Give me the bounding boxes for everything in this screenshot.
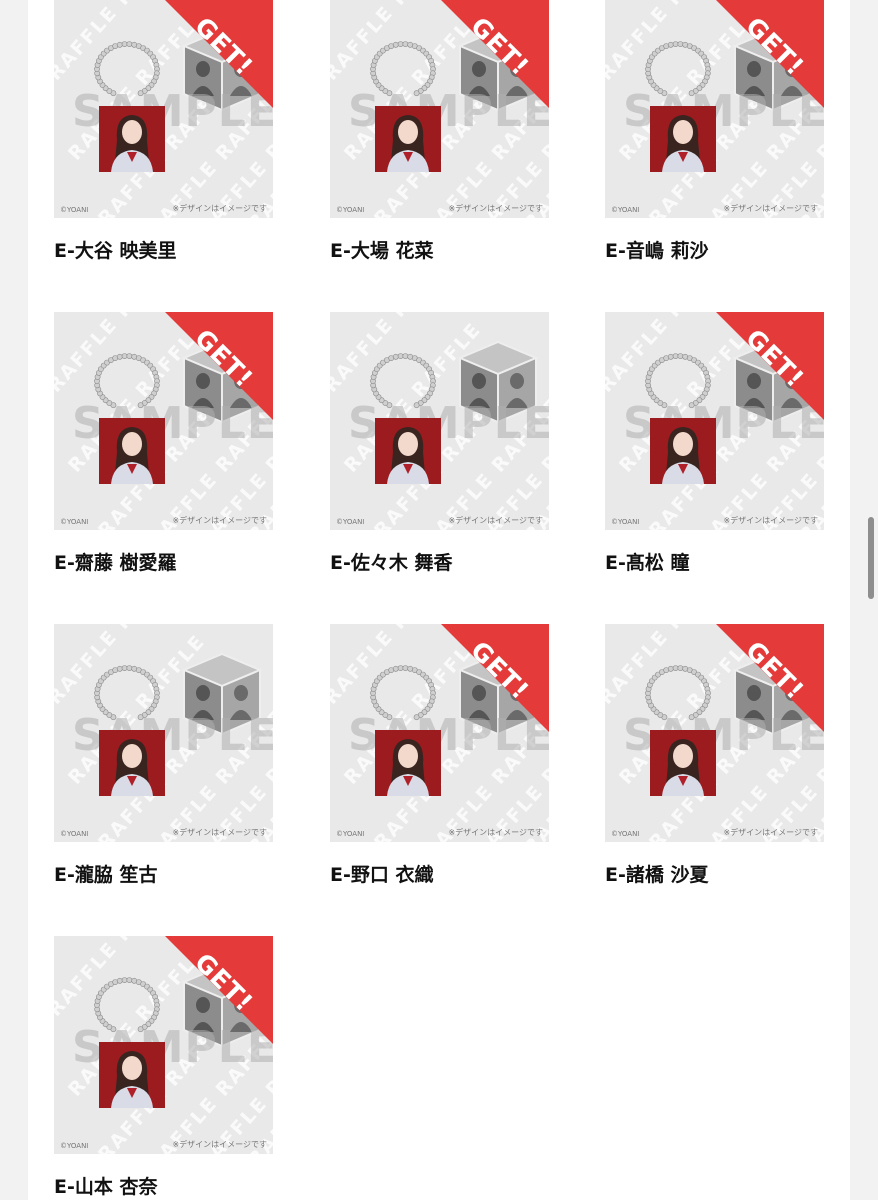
member-photo [99,730,165,796]
product-panel: RAFFLE RAFFLE RAFFLE RAFFLE RAFFLE RAFFLE R… [28,0,850,1200]
product-grid: RAFFLE RAFFLE RAFFLE RAFFLE RAFFLE RAFFLE R… [28,0,850,1200]
product-card[interactable]: RAFFLE RAFFLE RAFFLE RAFFLE RAFFLE RAFFLE R… [330,312,549,575]
member-photo [650,730,716,796]
copyright-text: ©YOANI [60,518,89,526]
design-note: ※デザインはイメージです [448,516,543,525]
design-note: ※デザインはイメージです [723,204,818,213]
member-photo [650,106,716,172]
member-photo [99,418,165,484]
copyright-text: ©YOANI [336,518,365,526]
member-photo [650,418,716,484]
product-name[interactable]: E-野口 衣織 [330,860,549,887]
get-badge: GET! [165,312,273,420]
product-thumbnail[interactable]: RAFFLE RAFFLE RAFFLE RAFFLE RAFFLE RAFFLE R… [330,624,549,842]
product-thumbnail[interactable]: RAFFLE RAFFLE RAFFLE RAFFLE RAFFLE RAFFLE R… [330,312,549,530]
get-badge: GET! [441,0,549,108]
product-card[interactable]: RAFFLE RAFFLE RAFFLE RAFFLE RAFFLE RAFFLE R… [54,624,273,887]
copyright-text: ©YOANI [60,830,89,838]
product-name[interactable]: E-佐々木 舞香 [330,548,549,575]
copyright-text: ©YOANI [60,1142,89,1150]
get-badge: GET! [716,624,824,732]
design-note: ※デザインはイメージです [172,1140,267,1149]
copyright-text: ©YOANI [60,206,89,214]
product-thumbnail[interactable]: RAFFLE RAFFLE RAFFLE RAFFLE RAFFLE RAFFLE R… [54,624,273,842]
member-photo [99,1042,165,1108]
product-name[interactable]: E-音嶋 莉沙 [605,236,824,263]
product-thumbnail[interactable]: RAFFLE RAFFLE RAFFLE RAFFLE RAFFLE RAFFLE R… [605,312,824,530]
member-photo [99,106,165,172]
design-note: ※デザインはイメージです [723,828,818,837]
product-card[interactable]: RAFFLE RAFFLE RAFFLE RAFFLE RAFFLE RAFFLE R… [330,624,549,887]
product-card[interactable]: RAFFLE RAFFLE RAFFLE RAFFLE RAFFLE RAFFLE R… [605,624,824,887]
get-badge: GET! [716,0,824,108]
product-card[interactable]: RAFFLE RAFFLE RAFFLE RAFFLE RAFFLE RAFFLE R… [605,312,824,575]
copyright-text: ©YOANI [336,830,365,838]
design-note: ※デザインはイメージです [172,516,267,525]
member-photo [375,106,441,172]
product-name[interactable]: E-山本 杏奈 [54,1172,273,1199]
product-name[interactable]: E-諸橋 沙夏 [605,860,824,887]
product-name[interactable]: E-大場 花菜 [330,236,549,263]
design-note: ※デザインはイメージです [723,516,818,525]
product-thumbnail[interactable]: RAFFLE RAFFLE RAFFLE RAFFLE RAFFLE RAFFLE R… [330,0,549,218]
design-note: ※デザインはイメージです [172,204,267,213]
get-badge: GET! [165,0,273,108]
copyright-text: ©YOANI [336,206,365,214]
copyright-text: ©YOANI [611,518,640,526]
product-thumbnail[interactable]: RAFFLE RAFFLE RAFFLE RAFFLE RAFFLE RAFFLE R… [605,624,824,842]
member-photo [375,730,441,796]
product-card[interactable]: RAFFLE RAFFLE RAFFLE RAFFLE RAFFLE RAFFLE R… [605,0,824,263]
member-photo [375,418,441,484]
product-card[interactable]: RAFFLE RAFFLE RAFFLE RAFFLE RAFFLE RAFFLE R… [54,312,273,575]
product-thumbnail[interactable]: RAFFLE RAFFLE RAFFLE RAFFLE RAFFLE RAFFLE R… [605,0,824,218]
design-note: ※デザインはイメージです [448,828,543,837]
product-thumbnail[interactable]: RAFFLE RAFFLE RAFFLE RAFFLE RAFFLE RAFFLE R… [54,312,273,530]
product-card[interactable]: RAFFLE RAFFLE RAFFLE RAFFLE RAFFLE RAFFLE R… [330,0,549,263]
product-thumbnail[interactable]: RAFFLE RAFFLE RAFFLE RAFFLE RAFFLE RAFFLE R… [54,936,273,1154]
get-badge: GET! [716,312,824,420]
copyright-text: ©YOANI [611,830,640,838]
product-name[interactable]: E-大谷 映美里 [54,236,273,263]
product-name[interactable]: E-瀧脇 笙古 [54,860,273,887]
product-card[interactable]: RAFFLE RAFFLE RAFFLE RAFFLE RAFFLE RAFFLE R… [54,0,273,263]
design-note: ※デザインはイメージです [448,204,543,213]
product-name[interactable]: E-齋藤 樹愛羅 [54,548,273,575]
scrollbar-thumb[interactable] [868,517,874,599]
get-badge: GET! [165,936,273,1044]
copyright-text: ©YOANI [611,206,640,214]
product-name[interactable]: E-髙松 瞳 [605,548,824,575]
design-note: ※デザインはイメージです [172,828,267,837]
product-thumbnail[interactable]: RAFFLE RAFFLE RAFFLE RAFFLE RAFFLE RAFFLE R… [54,0,273,218]
product-card[interactable]: RAFFLE RAFFLE RAFFLE RAFFLE RAFFLE RAFFLE R… [54,936,273,1199]
get-badge: GET! [441,624,549,732]
